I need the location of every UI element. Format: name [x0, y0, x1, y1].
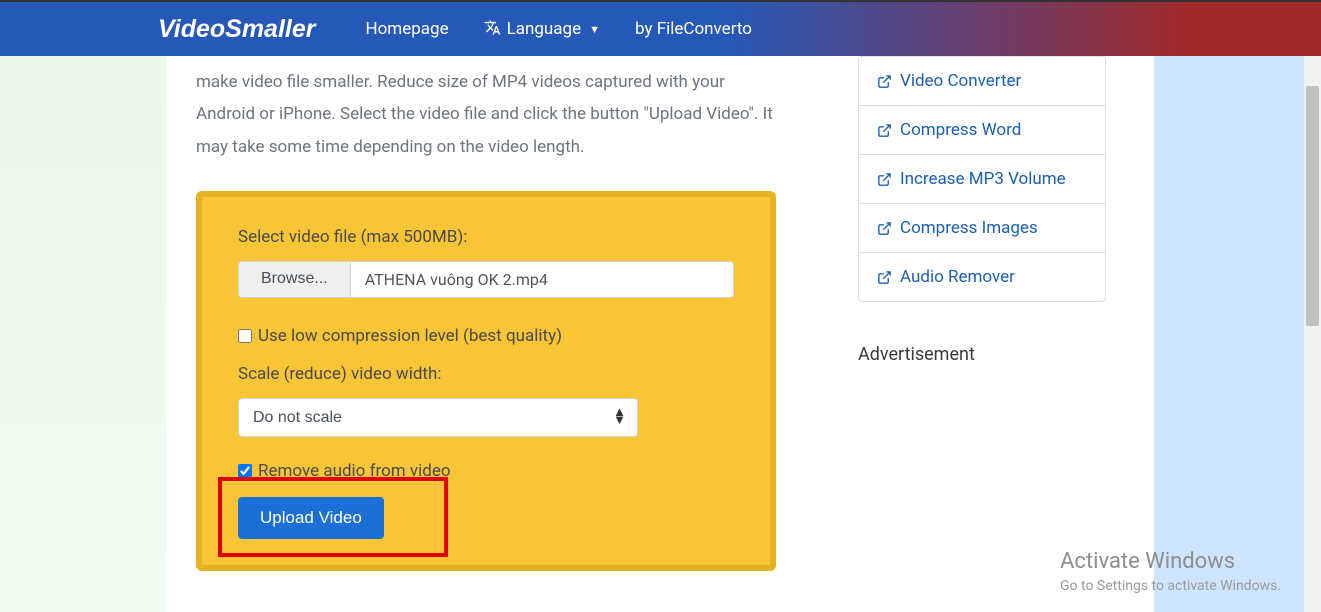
related-links-list: Video Converter Compress Word Increase M…: [858, 56, 1106, 302]
advertisement-label: Advertisement: [858, 344, 1106, 365]
remove-audio-label[interactable]: Remove audio from video: [258, 461, 451, 481]
link-label: Compress Word: [900, 120, 1021, 140]
link-label: Audio Remover: [900, 267, 1015, 287]
link-label: Video Converter: [900, 71, 1021, 91]
select-file-label: Select video file (max 500MB):: [238, 227, 734, 247]
link-video-converter[interactable]: Video Converter: [859, 57, 1105, 106]
chevron-down-icon: ▼: [589, 23, 600, 36]
navbar: VideoSmaller Homepage Language ▼ by File…: [0, 2, 1321, 56]
activate-sub: Go to Settings to activate Windows.: [1060, 578, 1281, 594]
link-compress-word[interactable]: Compress Word: [859, 106, 1105, 155]
link-audio-remover[interactable]: Audio Remover: [859, 253, 1105, 301]
low-compression-checkbox[interactable]: [238, 329, 252, 343]
file-name-display: ATHENA vuông OK 2.mp4: [350, 261, 734, 298]
external-link-icon: [877, 270, 892, 285]
form-panel: Select video file (max 500MB): Browse...…: [196, 191, 776, 571]
low-compression-label[interactable]: Use low compression level (best quality): [258, 326, 562, 346]
nav-language-label: Language: [507, 19, 582, 39]
link-label: Increase MP3 Volume: [900, 169, 1066, 189]
nav-language[interactable]: Language ▼: [484, 19, 600, 40]
left-ad-space: [0, 56, 166, 612]
scale-select[interactable]: Do not scale: [238, 398, 638, 437]
external-link-icon: [877, 123, 892, 138]
browse-button[interactable]: Browse...: [238, 261, 350, 298]
activate-windows-watermark: Activate Windows Go to Settings to activ…: [1060, 549, 1281, 594]
upload-video-button[interactable]: Upload Video: [238, 497, 384, 539]
brand-logo[interactable]: VideoSmaller: [158, 15, 315, 44]
remove-audio-checkbox[interactable]: [238, 464, 252, 478]
link-compress-images[interactable]: Compress Images: [859, 204, 1105, 253]
external-link-icon: [877, 221, 892, 236]
nav-by-fileconverto[interactable]: by FileConverto: [635, 19, 752, 39]
link-increase-mp3[interactable]: Increase MP3 Volume: [859, 155, 1105, 204]
scrollbar[interactable]: [1304, 56, 1321, 612]
scale-label: Scale (reduce) video width:: [238, 364, 734, 384]
scrollbar-thumb[interactable]: [1306, 86, 1319, 326]
link-label: Compress Images: [900, 218, 1038, 238]
external-link-icon: [877, 172, 892, 187]
language-icon: [484, 19, 501, 40]
nav-homepage[interactable]: Homepage: [365, 19, 448, 39]
external-link-icon: [877, 74, 892, 89]
activate-title: Activate Windows: [1060, 549, 1281, 574]
intro-text: make video file smaller. Reduce size of …: [196, 66, 776, 163]
